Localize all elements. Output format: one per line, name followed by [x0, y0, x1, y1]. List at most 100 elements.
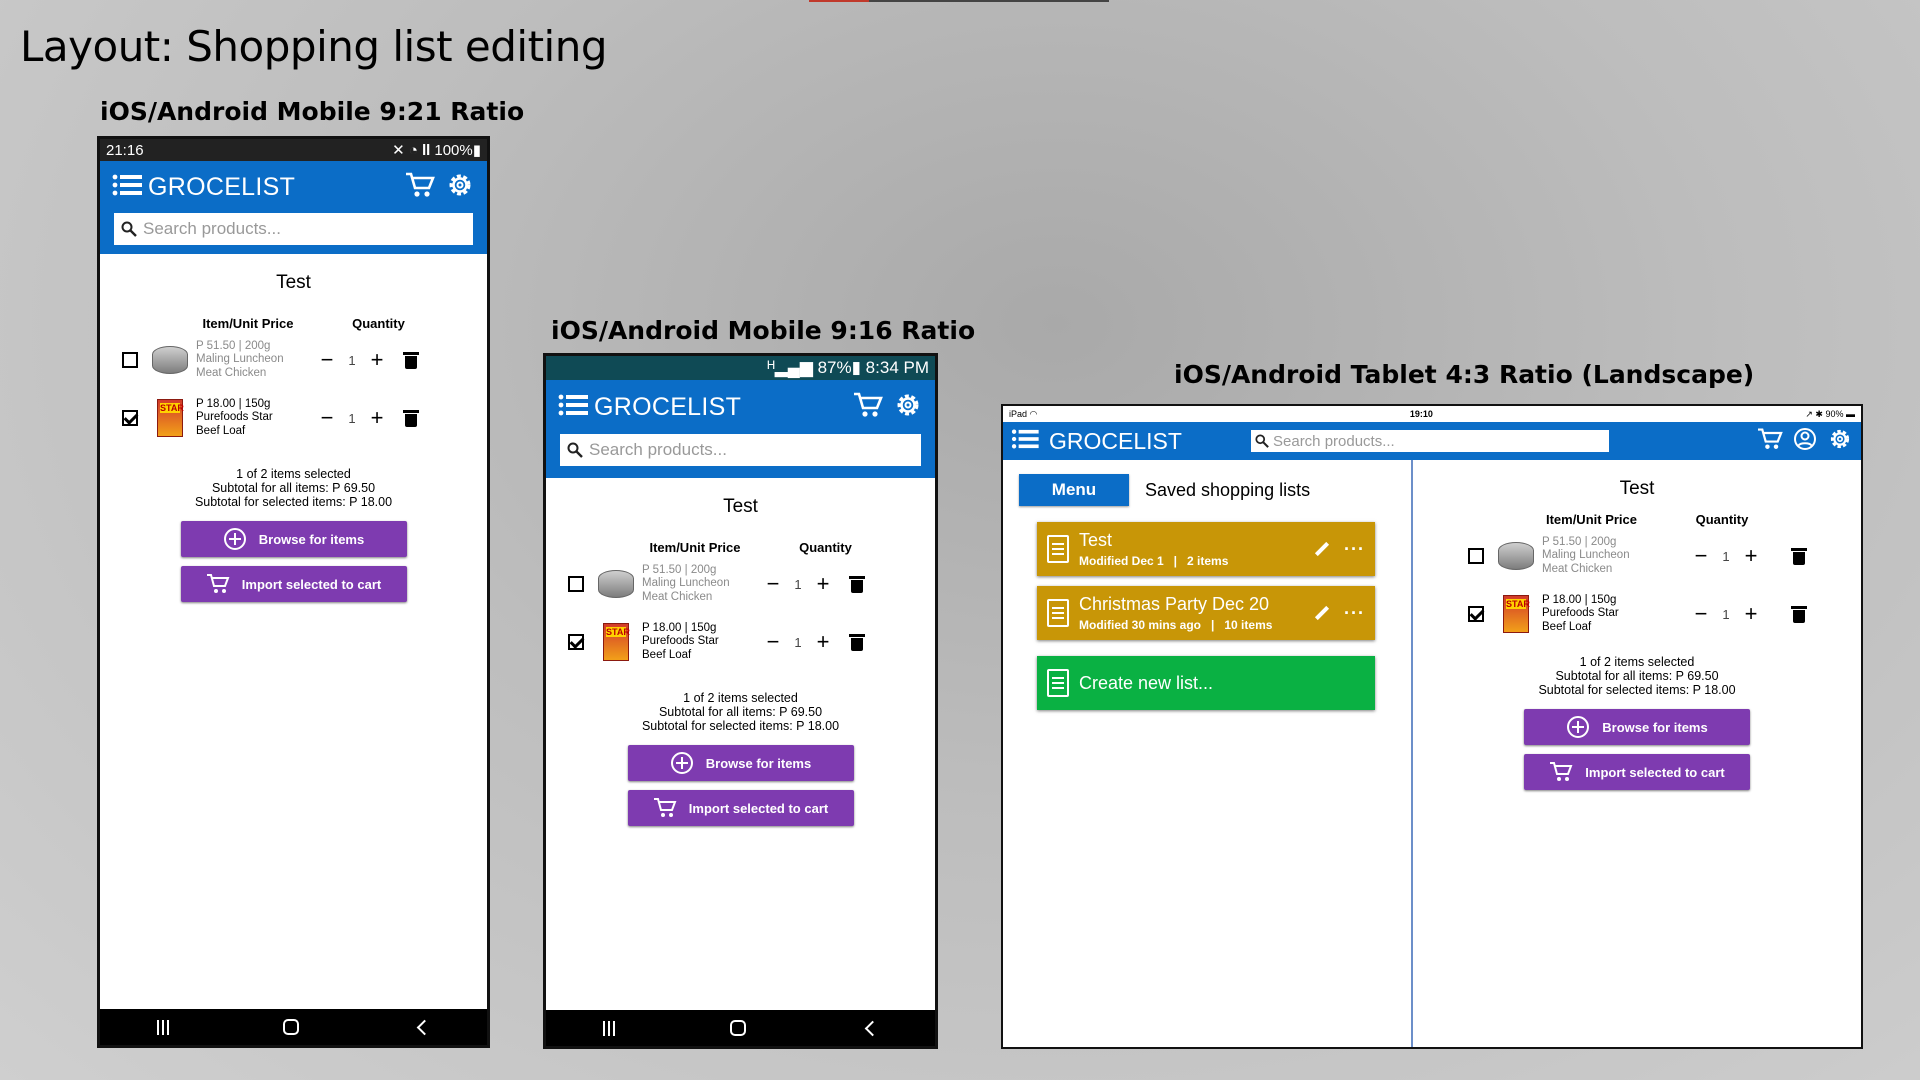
col-item-header: Item/Unit Price — [202, 316, 294, 331]
trash-icon[interactable] — [1791, 547, 1807, 565]
quantity-stepper: − 1 + — [1690, 545, 1762, 567]
item-info: P 51.50 | 200g Maling Luncheon Meat Chic… — [1542, 536, 1650, 577]
gear-icon[interactable] — [1827, 426, 1853, 457]
quantity-value[interactable]: 1 — [338, 353, 366, 368]
col-qty-header: Quantity — [1695, 512, 1749, 527]
gear-icon[interactable] — [893, 390, 923, 425]
status-device: iPad ◠ — [1009, 408, 1038, 419]
create-list-button[interactable]: Create new list... — [1037, 656, 1375, 710]
selection-summary: 1 of 2 items selected Subtotal for all i… — [100, 467, 487, 509]
status-bar: ᴴ▂▄▆ 87%▮ 8:34 PM — [546, 356, 935, 380]
pencil-icon[interactable] — [1314, 605, 1330, 621]
summary-subtotal-all: Subtotal for all items: P 69.50 — [658, 705, 823, 719]
increase-button[interactable]: + — [366, 407, 388, 429]
quantity-value[interactable]: 1 — [338, 411, 366, 426]
increase-button[interactable]: + — [812, 631, 834, 653]
home-icon[interactable] — [283, 1019, 299, 1035]
browse-items-label: Browse for items — [1602, 719, 1708, 735]
increase-button[interactable]: + — [1740, 603, 1762, 625]
list-editor: Test Item/Unit Price Quantity P 51.50 | … — [546, 496, 935, 826]
cart-icon — [1549, 761, 1573, 783]
increase-button[interactable]: + — [366, 349, 388, 371]
quantity-value[interactable]: 1 — [784, 577, 812, 592]
item-name-line1: Purefoods Star — [196, 411, 273, 424]
cart-icon[interactable] — [853, 391, 883, 424]
back-icon[interactable] — [416, 1019, 433, 1035]
trash-icon[interactable] — [403, 351, 419, 369]
item-checkbox[interactable] — [122, 410, 138, 426]
search-input[interactable]: Search products... — [114, 213, 473, 245]
list-item: P 51.50 | 200g Maling Luncheon Meat Chic… — [100, 331, 487, 389]
gear-icon[interactable] — [445, 170, 475, 205]
trash-icon[interactable] — [1791, 605, 1807, 623]
quantity-value[interactable]: 1 — [784, 635, 812, 650]
decrease-button[interactable]: − — [1690, 603, 1712, 625]
quantity-value[interactable]: 1 — [1712, 607, 1740, 622]
browse-items-button[interactable]: Browse for items — [627, 745, 854, 781]
browse-items-button[interactable]: Browse for items — [180, 521, 407, 557]
import-to-cart-button[interactable]: Import selected to cart — [1524, 754, 1750, 790]
menu-icon[interactable] — [1011, 429, 1039, 454]
menu-icon[interactable] — [558, 394, 588, 421]
plus-circle-icon — [223, 527, 247, 551]
decrease-button[interactable]: − — [1690, 545, 1712, 567]
saved-list-meta: Modified 30 mins ago | 10 items — [1079, 618, 1273, 632]
pencil-icon[interactable] — [1314, 541, 1330, 557]
section-title-mobile-916: iOS/Android Mobile 9:16 Ratio — [551, 316, 976, 345]
increase-button[interactable]: + — [1740, 545, 1762, 567]
item-checkbox[interactable] — [1468, 606, 1484, 622]
saved-list-card[interactable]: Test Modified Dec 1 | 2 items ··· — [1037, 522, 1375, 576]
more-icon[interactable]: ··· — [1344, 539, 1365, 560]
saved-list-name: Christmas Party Dec 20 — [1079, 594, 1270, 614]
item-checkbox[interactable] — [122, 352, 138, 368]
list-title: Test — [1619, 478, 1655, 499]
menu-icon[interactable] — [112, 174, 142, 201]
list-editor: Test Item/Unit Price Quantity P 51.50 | … — [1413, 460, 1861, 1047]
cart-icon[interactable] — [405, 171, 435, 204]
list-editor: Test Item/Unit Price Quantity P 51.50 | … — [100, 272, 487, 602]
recents-icon[interactable] — [157, 1019, 169, 1035]
item-name-line2: Beef Loaf — [642, 648, 692, 661]
tablet-mockup: iPad ◠ 19:10 ↗ ✱ 90% ▬ GROCELIST Search … — [1001, 404, 1863, 1049]
cart-icon[interactable] — [1757, 427, 1783, 456]
item-price: P 51.50 | 200g — [1542, 535, 1617, 548]
saved-list-card[interactable]: Christmas Party Dec 20 Modified 30 mins … — [1037, 586, 1375, 640]
account-icon[interactable] — [1793, 427, 1817, 456]
recents-icon[interactable] — [603, 1020, 616, 1036]
browse-items-button[interactable]: Browse for items — [1524, 709, 1750, 745]
list-title: Test — [276, 272, 311, 293]
back-icon[interactable] — [864, 1020, 880, 1036]
search-input[interactable]: Search products... — [560, 434, 921, 466]
trash-icon[interactable] — [849, 575, 865, 593]
search-input[interactable]: Search products... — [1251, 430, 1609, 452]
item-checkbox[interactable] — [568, 576, 584, 592]
decrease-button[interactable]: − — [316, 349, 338, 371]
list-item: STAR P 18.00 | 150g Purefoods Star Beef … — [100, 389, 487, 447]
item-name-line2: Beef Loaf — [196, 424, 246, 437]
create-list-info: Create new list... — [1079, 673, 1365, 694]
summary-selected: 1 of 2 items selected — [236, 467, 351, 481]
item-checkbox[interactable] — [1468, 548, 1484, 564]
search-icon — [1255, 434, 1269, 448]
search-placeholder: Search products... — [143, 219, 281, 238]
tablet-panes: Menu Saved shopping lists Test Modified … — [1003, 460, 1861, 1047]
trash-icon[interactable] — [403, 409, 419, 427]
menu-button[interactable]: Menu — [1019, 474, 1129, 506]
quantity-value[interactable]: 1 — [1712, 549, 1740, 564]
selection-summary: 1 of 2 items selected Subtotal for all i… — [546, 691, 935, 733]
more-icon[interactable]: ··· — [1344, 603, 1365, 624]
increase-button[interactable]: + — [812, 573, 834, 595]
home-icon[interactable] — [729, 1020, 746, 1036]
search-placeholder: Search products... — [1273, 432, 1395, 450]
document-icon — [1047, 599, 1069, 627]
page-title: Layout: Shopping list editing — [20, 22, 608, 71]
item-info: P 18.00 | 150g Purefoods Star Beef Loaf — [196, 398, 304, 439]
import-to-cart-label: Import selected to cart — [1585, 764, 1725, 780]
decrease-button[interactable]: − — [762, 631, 784, 653]
item-checkbox[interactable] — [568, 634, 584, 650]
import-to-cart-button[interactable]: Import selected to cart — [627, 790, 854, 826]
decrease-button[interactable]: − — [762, 573, 784, 595]
trash-icon[interactable] — [849, 633, 865, 651]
import-to-cart-button[interactable]: Import selected to cart — [180, 566, 407, 602]
decrease-button[interactable]: − — [316, 407, 338, 429]
